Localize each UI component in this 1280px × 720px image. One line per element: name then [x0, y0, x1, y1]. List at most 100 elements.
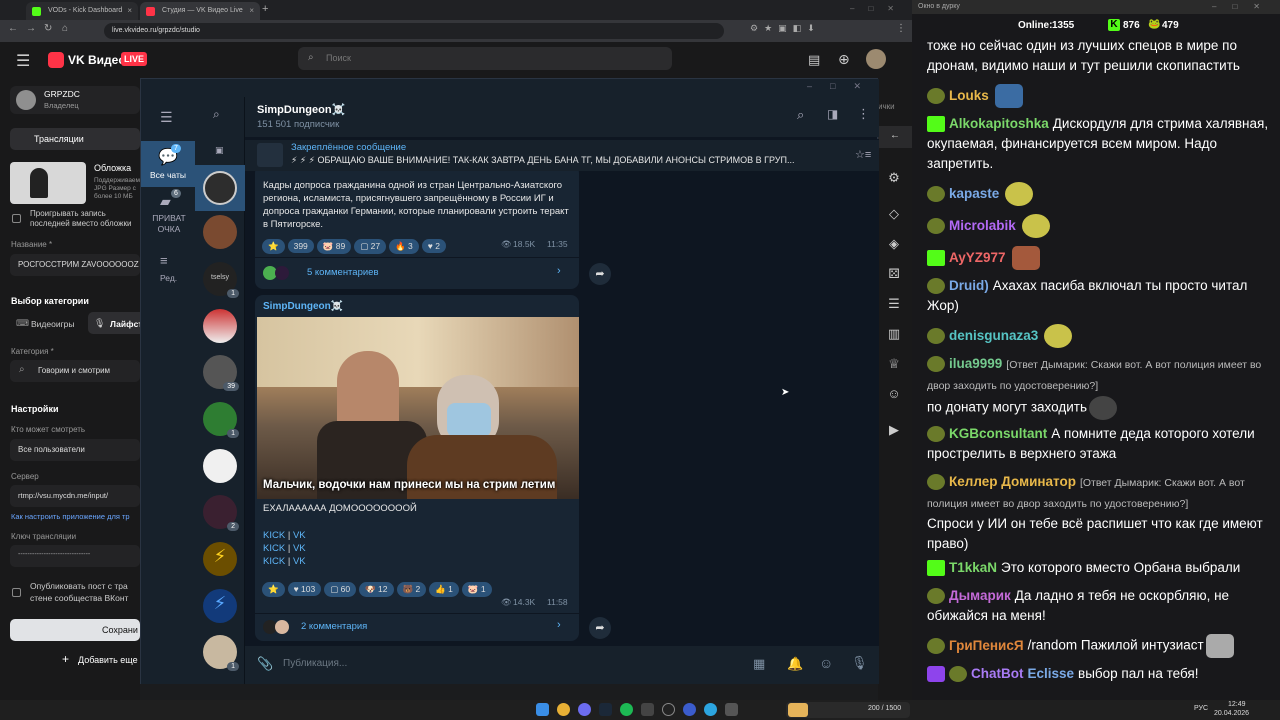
gem-icon[interactable]: ◈ [886, 236, 902, 252]
spotify-icon[interactable] [620, 703, 633, 716]
pin-list-icon[interactable]: ☆≡ [855, 148, 871, 161]
language-indicator[interactable]: РУС [1194, 705, 1208, 712]
share-button[interactable]: ➦ [589, 263, 611, 285]
reaction-chip[interactable]: 🐶 12 [359, 582, 394, 597]
chat-username[interactable]: ГриПенисЯ [949, 638, 1024, 653]
notifications-icon[interactable]: ▤ [808, 52, 820, 68]
chat-mention[interactable]: Eclisse [1028, 666, 1075, 681]
menu-icon[interactable]: ⋮ [896, 23, 906, 34]
player-icon[interactable] [683, 703, 696, 716]
chat-username[interactable]: T1kkaN [949, 560, 997, 575]
channel-card[interactable]: GRPZDC Владелец [10, 86, 140, 114]
chat-avatar[interactable]: ⚡ [203, 589, 237, 623]
media-widget[interactable]: 200 / 1500 [786, 702, 910, 718]
post-author[interactable]: SimpDungeon☠️ [263, 301, 343, 312]
forward-icon[interactable]: → [26, 23, 36, 34]
reaction-chip[interactable]: 🐻 2 [396, 582, 427, 597]
kick-link[interactable]: KICK [263, 543, 285, 554]
chat-username[interactable]: Дымарик [949, 588, 1011, 603]
cat-games[interactable]: Видеоигры [31, 319, 75, 329]
chat-username[interactable]: Druid) [949, 278, 989, 293]
app-icon[interactable] [725, 703, 738, 716]
vk-link[interactable]: VK [293, 543, 306, 554]
tg-menu-icon[interactable]: ☰ [160, 109, 173, 126]
name-input[interactable]: РОСГОССТРИМ ZAVOOOOOOZ [10, 254, 140, 276]
discord-icon[interactable] [578, 703, 591, 716]
folder-edit[interactable]: ≡ Ред. [141, 253, 195, 287]
mic-icon[interactable]: 🎙 [851, 655, 868, 671]
chat-avatar[interactable]: 39 [203, 355, 239, 391]
start-icon[interactable] [536, 703, 549, 716]
more-icon[interactable]: ⋮ [857, 106, 870, 122]
steam-icon[interactable] [599, 703, 612, 716]
tab-broadcasts[interactable]: Трансляции [10, 128, 140, 150]
chat-avatar[interactable]: 2 [203, 495, 239, 531]
reaction-chip[interactable]: 🐷 89 [316, 239, 352, 254]
cover-thumbnail[interactable] [10, 162, 86, 204]
extension-icons[interactable]: ⚙★▣◧⬇ [750, 23, 821, 34]
url-field[interactable]: live.vkvideo.ru/grpzdc/studio [104, 23, 724, 39]
close-tab-icon[interactable]: × [127, 6, 132, 15]
clock-time[interactable]: 12:49 [1228, 701, 1246, 708]
chat-username[interactable]: AyYZ977 [949, 250, 1006, 265]
chat-username[interactable]: KGBconsultant [949, 426, 1047, 441]
cat-life-tab[interactable]: 🎙 Лайфст [88, 312, 142, 334]
share-button[interactable]: ➦ [589, 617, 611, 639]
diamond-icon[interactable]: ◇ [886, 206, 902, 222]
obs-icon[interactable] [662, 703, 675, 716]
avatar[interactable] [866, 49, 886, 69]
comments-button[interactable]: 5 комментариев › [255, 258, 579, 288]
chat-avatar[interactable]: 1 [203, 635, 239, 671]
tab-kick[interactable]: VODs - Kick Dashboard × [26, 2, 138, 20]
tg-window-controls[interactable]: –□✕ [807, 81, 879, 92]
chat-username[interactable]: Louks [949, 88, 989, 103]
vk-logo-icon[interactable] [48, 52, 64, 68]
close-tab-icon[interactable]: × [249, 6, 254, 15]
window-controls[interactable]: –□✕ [1212, 2, 1276, 11]
chat-avatar[interactable]: 1 [203, 402, 239, 438]
chat-username[interactable]: Alkokapitoshka [949, 116, 1049, 131]
collapse-button[interactable]: ← [878, 126, 912, 148]
server-input[interactable]: rtmp://vsu.mycdn.me/input/ [10, 485, 140, 507]
reaction-star[interactable]: ⭐ [262, 239, 285, 254]
search-icon[interactable]: ⌕ [797, 107, 804, 123]
pinned-message-bar[interactable]: Закреплённое сообщение ⚡ ⚡ ⚡ ОБРАЩАЮ ВАШ… [245, 139, 879, 171]
settings-icon[interactable]: ⚙ [886, 170, 902, 186]
reaction-chip[interactable]: 👍 1 [429, 582, 459, 597]
new-tab-icon[interactable]: + [262, 3, 268, 15]
stats-icon[interactable]: ▥ [886, 326, 902, 342]
chat-avatar[interactable] [203, 171, 237, 205]
back-icon[interactable]: ← [8, 23, 18, 34]
reaction-chip[interactable]: 🔥 3 [389, 239, 419, 254]
chat-username[interactable]: denisgunaza3 [949, 328, 1038, 343]
folder-private[interactable]: ▰ 6 ПРИВАТ ОЧКА [141, 189, 195, 241]
telegram-icon[interactable] [704, 703, 717, 716]
category-input[interactable]: Говорим и смотрим [10, 360, 140, 382]
post-input[interactable]: Публикация... [283, 658, 347, 669]
home-icon[interactable]: ⌂ [62, 23, 68, 34]
add-icon[interactable]: ⊕ [838, 51, 850, 68]
kick-link[interactable]: KICK [263, 556, 285, 567]
reaction-chip[interactable]: 🐷 1 [461, 582, 492, 597]
reaction-chip[interactable]: ▢ 27 [354, 239, 387, 254]
add-more-button[interactable]: Добавить еще [78, 655, 138, 665]
schedule-icon[interactable]: ▦ [753, 656, 765, 672]
comments-button[interactable]: 2 комментария › [255, 614, 579, 641]
chat-icon[interactable]: ☺ [886, 386, 902, 402]
reaction-chip[interactable]: ▢ 60 [324, 582, 357, 597]
reaction-chip[interactable]: ♥ 103 [287, 582, 322, 596]
save-button[interactable]: Сохрани [10, 619, 140, 641]
chat-username[interactable]: Келлер Доминатор [949, 474, 1076, 489]
chat-avatar[interactable]: ⚡ [203, 542, 237, 576]
setup-link[interactable]: Как настроить приложение для тр [11, 512, 130, 521]
chat-username[interactable]: ChatBot [971, 666, 1024, 681]
list-icon[interactable]: ☰ [886, 296, 902, 312]
replay-checkbox[interactable] [12, 214, 21, 223]
post-image[interactable]: Мальчик, водочки нам принеси мы на стрим… [257, 317, 579, 499]
folder-all-chats[interactable]: 💬 7 Все чаты [141, 141, 195, 187]
reload-icon[interactable]: ↻ [44, 23, 52, 34]
who-select[interactable]: Все пользователи [10, 439, 140, 461]
trophy-icon[interactable]: ♕ [886, 356, 902, 372]
vk-logo-text[interactable]: VK Видео [68, 53, 126, 67]
vk-link[interactable]: VK [293, 556, 306, 567]
